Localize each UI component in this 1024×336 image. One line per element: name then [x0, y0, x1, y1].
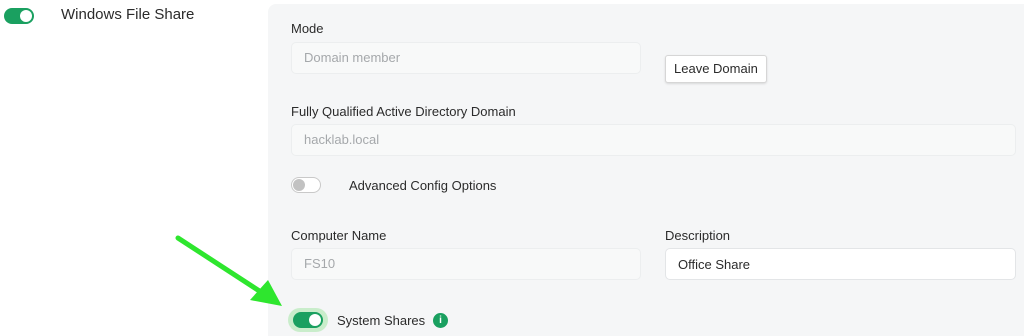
mode-field: Domain member [291, 42, 641, 74]
advanced-config-label: Advanced Config Options [349, 178, 497, 193]
arrow-annotation-icon [175, 235, 282, 306]
description-label: Description [665, 228, 731, 243]
toggle-knob [309, 314, 321, 326]
description-input[interactable] [665, 248, 1016, 280]
toggle-knob [293, 179, 305, 191]
info-icon[interactable]: i [433, 313, 448, 328]
computer-name-label: Computer Name [291, 228, 387, 243]
leave-domain-button[interactable]: Leave Domain [665, 55, 767, 83]
computer-name-field: FS10 [291, 248, 641, 280]
windows-file-share-toggle[interactable] [4, 8, 34, 24]
domain-field: hacklab.local [291, 124, 1016, 156]
system-shares-toggle[interactable] [293, 312, 323, 328]
advanced-config-toggle[interactable] [291, 177, 321, 193]
page: Windows File Share Mode Domain member Le… [0, 0, 1024, 336]
mode-label: Mode [291, 21, 324, 36]
system-shares-label: System Shares [337, 313, 426, 328]
service-title: Windows File Share [61, 6, 195, 23]
domain-label: Fully Qualified Active Directory Domain [291, 104, 516, 119]
toggle-knob [20, 10, 32, 22]
